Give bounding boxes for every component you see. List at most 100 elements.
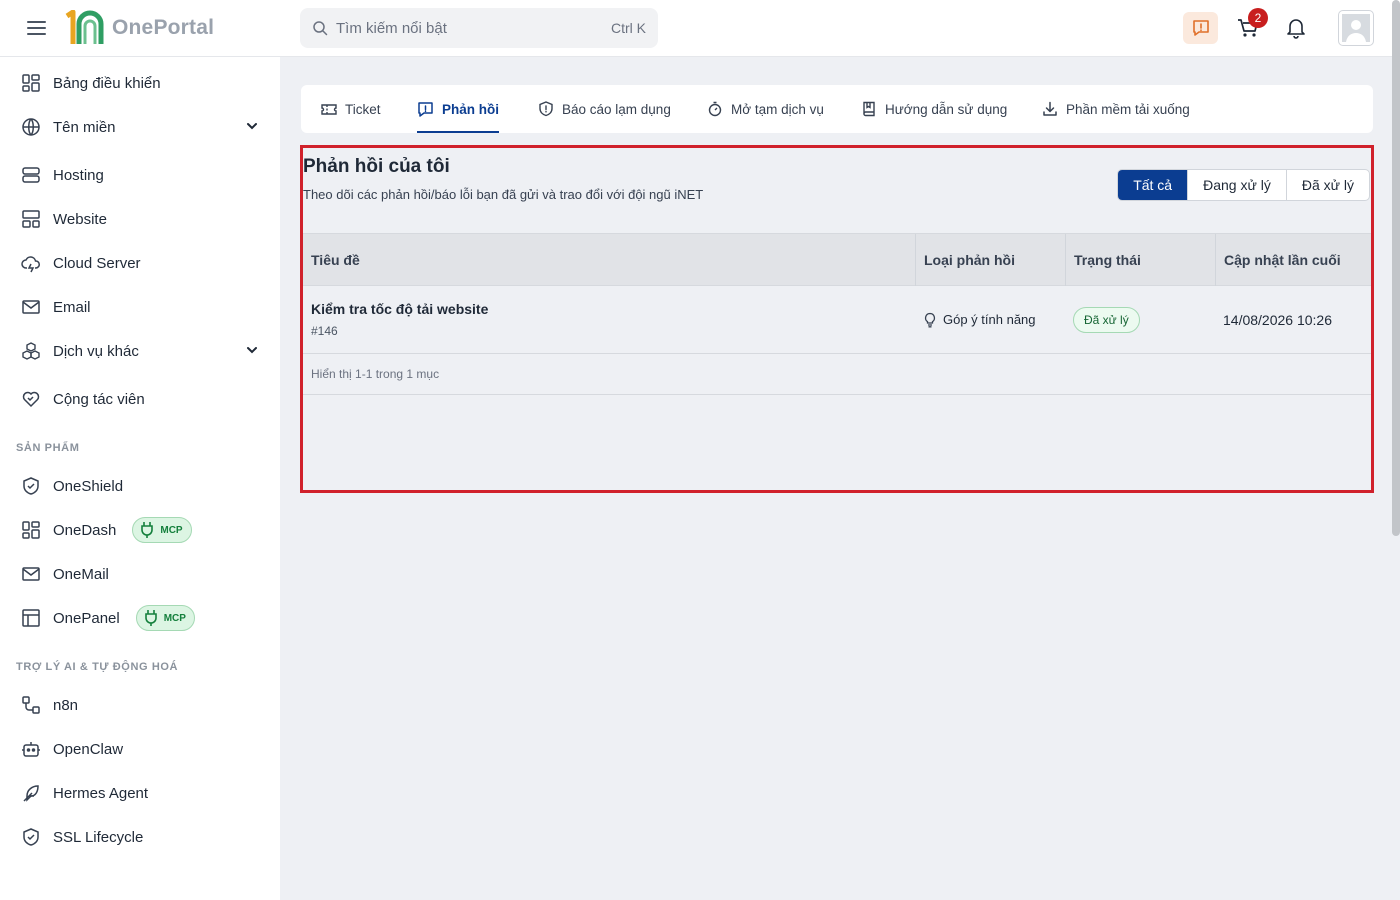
feedback-icon [1192, 20, 1209, 36]
globe-icon [20, 116, 42, 138]
sidebar-item-domains[interactable]: Tên miền [20, 112, 116, 142]
sidebar-item-label: OneMail [53, 565, 109, 583]
feedback-table: Tiêu đề Loại phản hồi Trạng thái Cập nhậ… [303, 233, 1371, 395]
feedback-button[interactable] [1183, 12, 1218, 44]
download-icon [1043, 101, 1057, 116]
sidebar-item-n8n[interactable]: n8n [20, 690, 78, 720]
column-header-title[interactable]: Tiêu đề [303, 234, 915, 286]
sidebar-item-dashboard[interactable]: Bảng điều khiển [20, 68, 161, 98]
tab-abuse-report[interactable]: Báo cáo lạm dụng [538, 85, 671, 133]
status-filter: Tất cả Đang xử lý Đã xử lý [1117, 169, 1370, 201]
app-logo[interactable]: OnePortal [64, 10, 214, 46]
sidebar-item-onemail[interactable]: OneMail [20, 559, 109, 589]
mcp-badge-label: MCP [163, 612, 186, 624]
sidebar-item-label: Hermes Agent [53, 784, 149, 802]
feather-icon [20, 782, 42, 804]
cart-count-badge: 2 [1248, 8, 1268, 28]
sidebar-item-hermes-agent[interactable]: Hermes Agent [20, 778, 148, 808]
cell-status: Đã xử lý [1065, 286, 1215, 353]
cell-type: Góp ý tính năng [915, 286, 1065, 353]
column-header-type[interactable]: Loại phản hồi [915, 234, 1065, 286]
sidebar-item-oneshield[interactable]: OneShield [20, 471, 123, 501]
sidebar-item-label: Email [53, 298, 91, 316]
page-title: Phản hồi của tôi [303, 156, 450, 177]
sidebar-item-label: Dịch vụ khác [53, 342, 139, 360]
table-row[interactable]: Kiểm tra tốc độ tải website #146 Góp ý t… [303, 286, 1371, 354]
sidebar-item-openclaw[interactable]: OpenClaw [20, 734, 123, 764]
sidebar-item-ssl-lifecycle[interactable]: SSL Lifecycle [20, 822, 143, 852]
sidebar-item-cloud-server[interactable]: Cloud Server [20, 248, 141, 278]
mcp-badge: MCP [132, 517, 192, 543]
menu-icon[interactable] [26, 18, 48, 38]
page-subtitle: Theo dõi các phản hồi/báo lỗi bạn đã gửi… [303, 187, 704, 202]
column-header-status[interactable]: Trạng thái [1065, 234, 1215, 286]
sidebar-item-label: n8n [53, 696, 79, 714]
workflow-icon [20, 694, 42, 716]
sidebar-item-affiliate[interactable]: Cộng tác viên [20, 384, 145, 414]
last-updated: 14/08/2026 10:26 [1223, 311, 1332, 328]
column-header-updated[interactable]: Cập nhật lần cuối [1215, 234, 1371, 286]
sidebar-item-label: OneDash [53, 521, 117, 539]
cell-updated: 14/08/2026 10:26 [1215, 286, 1371, 353]
feedback-type-label: Góp ý tính năng [943, 312, 1036, 327]
chevron-down-icon[interactable] [245, 119, 259, 133]
dashboard-icon [20, 519, 42, 541]
sidebar-item-label: Cloud Server [53, 254, 141, 272]
logo-mark-icon [65, 10, 104, 44]
panel-icon [20, 607, 42, 629]
chevron-down-icon[interactable] [245, 343, 259, 357]
search-bar[interactable]: Ctrl K [300, 8, 658, 48]
mail-icon [20, 563, 42, 585]
sidebar-item-website[interactable]: Website [20, 204, 107, 234]
tab-label: Hướng dẫn sử dụng [885, 101, 1008, 117]
filter-resolved-button[interactable]: Đã xử lý [1285, 170, 1369, 200]
boxes-icon [20, 340, 42, 362]
plug-icon [141, 522, 154, 538]
tab-user-guide[interactable]: Hướng dẫn sử dụng [861, 85, 1007, 133]
mcp-badge-label: MCP [160, 524, 183, 536]
tab-ticket[interactable]: Ticket [321, 85, 381, 133]
tab-label: Phản hồi [442, 101, 499, 117]
plug-icon [144, 610, 157, 626]
user-icon [1342, 14, 1370, 42]
app-name: OnePortal [112, 16, 215, 39]
sidebar-item-hosting[interactable]: Hosting [20, 160, 104, 190]
user-avatar[interactable] [1338, 10, 1374, 46]
sidebar-item-onepanel[interactable]: OnePanel MCP [20, 603, 195, 633]
tab-label: Báo cáo lạm dụng [562, 101, 671, 117]
sidebar-item-onedash[interactable]: OneDash MCP [20, 515, 192, 545]
page-scrollbar[interactable] [1392, 0, 1400, 536]
feedback-title[interactable]: Kiểm tra tốc độ tải website [311, 301, 915, 317]
tab-feedback[interactable]: Phản hồi [417, 85, 499, 133]
notifications-button[interactable] [1285, 16, 1307, 40]
search-icon [313, 21, 328, 36]
sidebar: Bảng điều khiển Tên miền Hosting Website… [0, 57, 280, 900]
book-icon [863, 101, 875, 117]
feedback-type: Góp ý tính năng [923, 312, 1065, 328]
sidebar-item-label: OpenClaw [53, 740, 124, 758]
cell-title: Kiểm tra tốc độ tải website #146 [303, 286, 915, 353]
top-bar: OnePortal Ctrl K 2 [0, 0, 1400, 536]
filter-processing-button[interactable]: Đang xử lý [1187, 170, 1286, 200]
shield-icon [20, 475, 42, 497]
shield-check-icon [20, 826, 42, 848]
sidebar-item-label: Hosting [53, 166, 104, 184]
status-badge: Đã xử lý [1073, 306, 1140, 333]
bot-icon [20, 738, 42, 760]
cloud-icon [20, 252, 42, 274]
pagination-info: Hiển thị 1-1 trong 1 mục [303, 354, 1371, 395]
table-header: Tiêu đề Loại phản hồi Trạng thái Cập nhậ… [303, 233, 1371, 286]
tab-temporary-unlock[interactable]: Mở tạm dịch vụ [707, 85, 824, 133]
search-input[interactable] [336, 19, 611, 37]
server-icon [20, 164, 42, 186]
filter-all-button[interactable]: Tất cả [1118, 170, 1188, 200]
dashboard-icon [20, 72, 42, 94]
tab-label: Ticket [345, 101, 381, 117]
sidebar-item-label: Bảng điều khiển [53, 74, 161, 92]
tab-software-download[interactable]: Phần mềm tải xuống [1042, 85, 1190, 133]
sidebar-item-email[interactable]: Email [20, 292, 91, 322]
sidebar-item-label: OnePanel [53, 609, 120, 627]
feedback-panel: Phản hồi của tôi Theo dõi các phản hồi/b… [300, 145, 1374, 493]
sidebar-item-other-services[interactable]: Dịch vụ khác [20, 336, 139, 366]
sidebar-item-label: Website [53, 210, 107, 228]
